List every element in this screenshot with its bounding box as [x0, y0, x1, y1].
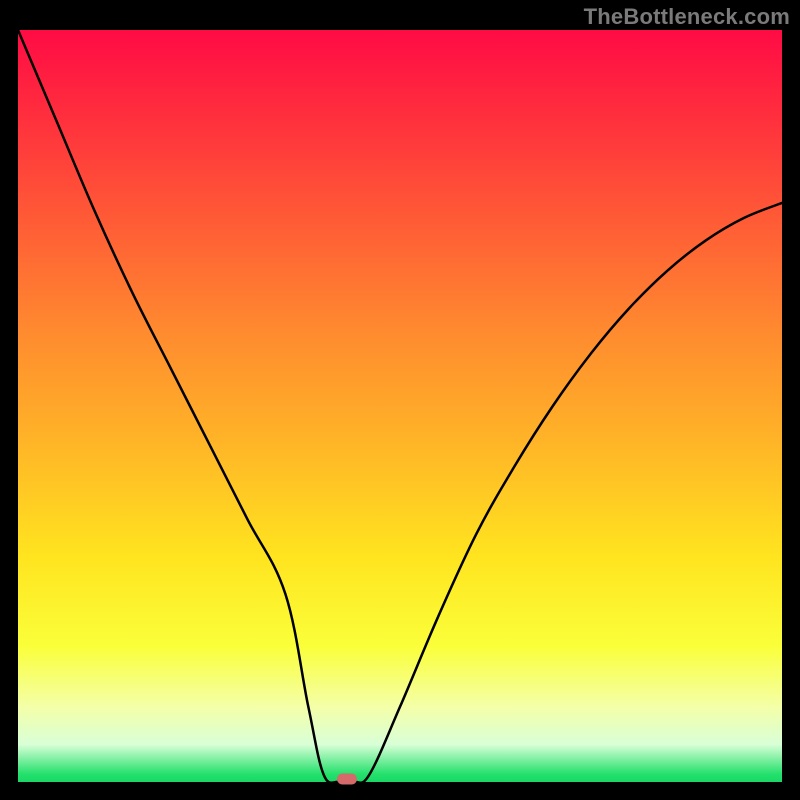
plot-area — [18, 30, 782, 782]
optimal-point-marker — [337, 774, 357, 785]
chart-frame: TheBottleneck.com — [0, 0, 800, 800]
bottleneck-curve — [18, 30, 782, 782]
attribution-label: TheBottleneck.com — [584, 4, 790, 30]
